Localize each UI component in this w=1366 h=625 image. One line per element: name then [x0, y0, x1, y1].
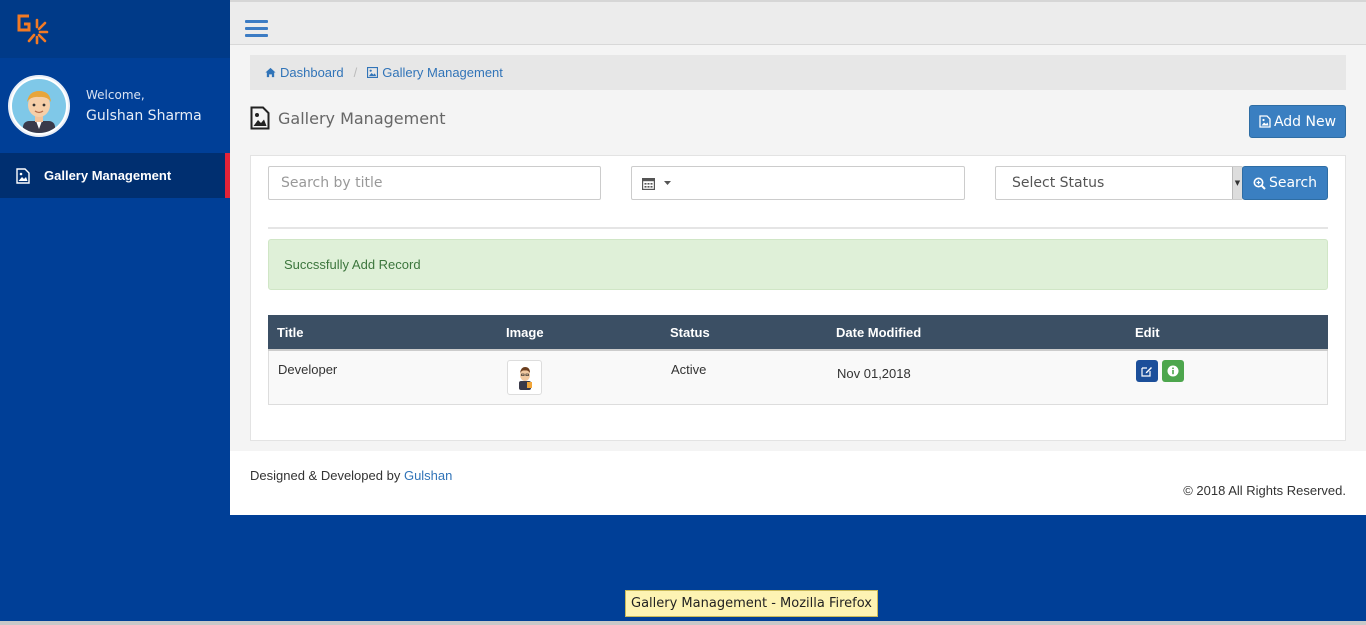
breadcrumb-label: Gallery Management: [382, 65, 503, 80]
user-name: Gulshan Sharma: [86, 107, 202, 124]
row-date-modified: Nov 01,2018: [837, 366, 911, 381]
table-header: Title Image Status Date Modified Edit: [268, 315, 1328, 351]
image-icon: [1259, 115, 1271, 128]
sidebar: Welcome, Gulshan Sharma Gallery Manageme…: [0, 0, 230, 625]
column-header-image[interactable]: Image: [506, 325, 544, 340]
search-icon: [1253, 177, 1266, 190]
breadcrumb-separator: /: [353, 65, 358, 80]
edit-icon: [1141, 367, 1152, 377]
column-header-status[interactable]: Status: [670, 325, 710, 340]
gallery-panel: Search by title Select Status ▼ Search S…: [250, 155, 1346, 441]
developer-avatar-icon: [518, 366, 532, 390]
gallery-table: Title Image Status Date Modified Edit De…: [268, 315, 1328, 405]
status-select-value: Select Status: [1012, 175, 1105, 191]
search-button[interactable]: Search: [1242, 166, 1328, 200]
footer-copyright: © 2018 All Rights Reserved.: [1183, 483, 1346, 498]
footer: Designed & Developed by Gulshan © 2018 A…: [230, 451, 1366, 515]
breadcrumb-gallery-management[interactable]: Gallery Management: [367, 65, 503, 80]
sidebar-user-panel: Welcome, Gulshan Sharma: [0, 58, 230, 153]
breadcrumb-label: Dashboard: [280, 65, 344, 80]
caret-down-icon: [664, 181, 671, 185]
image-icon: [367, 67, 379, 78]
add-new-label: Add New: [1273, 113, 1337, 130]
info-button[interactable]: [1162, 360, 1184, 382]
column-header-edit: Edit: [1135, 325, 1160, 340]
footer-author-link[interactable]: Gulshan: [404, 468, 452, 483]
breadcrumb: Dashboard / Gallery Management: [250, 55, 1346, 90]
column-header-title[interactable]: Title: [277, 325, 304, 340]
row-title: Developer: [278, 362, 338, 377]
row-image-thumbnail[interactable]: [507, 360, 542, 395]
search-button-label: Search: [1268, 175, 1318, 191]
breadcrumb-dashboard[interactable]: Dashboard: [265, 65, 344, 80]
avatar[interactable]: [8, 74, 70, 137]
column-header-date-modified[interactable]: Date Modified: [836, 325, 921, 340]
add-new-button[interactable]: Add New: [1249, 105, 1346, 138]
edit-button[interactable]: [1136, 360, 1158, 382]
calendar-icon: [642, 177, 655, 190]
main-content: Dashboard / Gallery Management Gallery M…: [230, 45, 1366, 515]
logo-icon[interactable]: [16, 13, 50, 45]
taskbar: [0, 621, 1366, 625]
divider: [268, 227, 1328, 229]
sidebar-logo-bar: [0, 0, 230, 58]
sidebar-item-gallery-management[interactable]: Gallery Management: [0, 153, 230, 198]
window-title-tooltip: Gallery Management - Mozilla Firefox: [625, 590, 878, 617]
row-status: Active: [671, 362, 707, 377]
sidebar-item-label: Gallery Management: [44, 168, 172, 183]
success-alert: Succssfully Add Record: [268, 239, 1328, 290]
alert-message: Succssfully Add Record: [284, 257, 421, 272]
home-icon: [265, 67, 276, 78]
image-file-icon: [250, 106, 270, 130]
page-title: Gallery Management: [278, 108, 446, 128]
status-select[interactable]: Select Status ▼: [995, 166, 1243, 200]
table-row: Developer Active Nov 01,2018: [268, 351, 1328, 405]
footer-credit-prefix: Designed & Developed by: [250, 468, 401, 483]
footer-credit: Designed & Developed by Gulshan: [250, 468, 452, 483]
hamburger-icon[interactable]: [245, 20, 268, 38]
chevron-down-icon[interactable]: ▼: [1232, 167, 1242, 199]
user-avatar-icon: [23, 90, 55, 133]
welcome-label: Welcome,: [86, 87, 145, 102]
info-icon: [1167, 365, 1179, 377]
date-range-field[interactable]: [631, 166, 965, 200]
top-navbar: [230, 0, 1366, 45]
search-input[interactable]: Search by title: [268, 166, 601, 200]
image-file-icon: [16, 167, 30, 184]
